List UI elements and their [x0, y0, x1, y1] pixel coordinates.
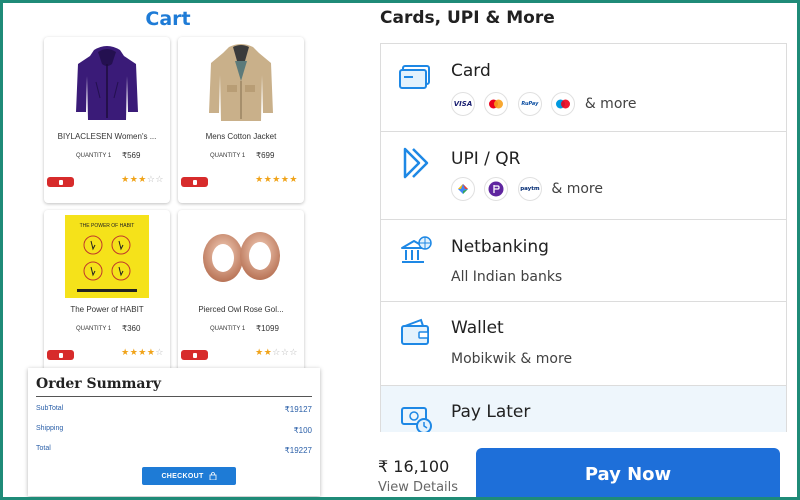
pay-now-button[interactable]: Pay Now: [476, 448, 780, 500]
payment-heading: Cards, UPI & More: [380, 8, 555, 28]
product-quantity: QUANTITY 1: [210, 153, 246, 159]
payment-method-title: Card: [451, 61, 491, 81]
payment-method-brands: VISA RuPay & more: [451, 92, 636, 116]
book-cover-title: THE POWER OF HABIT: [80, 223, 135, 229]
product-card[interactable]: Pierced Owl Rose Gol... QUANTITY 1 ₹1099…: [178, 210, 304, 376]
product-name: BIYLACLESEN Women's ...: [57, 132, 157, 141]
mastercard-icon: [484, 92, 509, 116]
remove-item-button[interactable]: [181, 350, 208, 360]
product-name: The Power of HABIT: [70, 305, 144, 314]
shipping-label: Shipping: [36, 425, 64, 432]
phonepe-icon: [484, 177, 509, 201]
checkout-label: CHECKOUT: [161, 472, 204, 480]
payment-methods-list: Card VISA RuPay & more UPI / QR paytm & …: [380, 43, 787, 435]
payment-method-upi[interactable]: UPI / QR paytm & more: [381, 132, 786, 220]
payment-footer: ₹ 16,100 View Details Pay Now: [370, 432, 800, 500]
bag-icon: [209, 472, 216, 480]
divider: [36, 396, 312, 397]
trash-icon: [58, 179, 63, 185]
payment-method-title: Wallet: [451, 318, 504, 338]
payment-method-brands: paytm & more: [451, 177, 603, 201]
payment-method-title: Netbanking: [451, 237, 549, 257]
product-quantity: QUANTITY 1: [76, 326, 112, 332]
subtotal-value: ₹19127: [284, 405, 312, 414]
payment-method-title: UPI / QR: [451, 149, 521, 169]
rating-stars: ★★☆☆☆: [255, 348, 298, 358]
payment-method-subtitle: Mobikwik & more: [451, 351, 573, 367]
product-image-book[interactable]: THE POWER OF HABIT: [65, 215, 149, 298]
trash-icon: [58, 352, 63, 358]
payment-method-netbanking[interactable]: Netbanking All Indian banks: [381, 220, 786, 302]
product-price: ₹569: [122, 151, 141, 160]
rating-stars: ★★★★☆: [121, 348, 164, 358]
remove-item-button[interactable]: [47, 350, 74, 360]
total-label: Total: [36, 445, 51, 452]
total-amount: ₹ 16,100: [378, 457, 450, 476]
maestro-icon: [551, 92, 576, 116]
product-price: ₹1099: [256, 324, 279, 333]
rating-stars: ★★★★★: [255, 175, 298, 185]
wallet-icon: [401, 318, 429, 345]
more-label: & more: [584, 96, 637, 112]
total-value: ₹19227: [284, 446, 312, 455]
rating-stars: ★★★☆☆: [121, 175, 164, 185]
order-summary: Order Summary SubTotal ₹19127 Shipping ₹…: [28, 368, 320, 496]
cart-title: Cart: [145, 8, 191, 30]
google-pay-icon: [451, 177, 475, 201]
product-card[interactable]: Mens Cotton Jacket QUANTITY 1 ₹699 ★★★★★: [178, 37, 304, 203]
rupay-icon: RuPay: [517, 92, 542, 116]
order-summary-title: Order Summary: [36, 376, 162, 392]
payment-method-title: Pay Later: [451, 402, 531, 422]
pay-later-icon: [401, 407, 432, 434]
product-quantity: QUANTITY 1: [210, 326, 246, 332]
upi-icon: [403, 147, 429, 179]
payment-method-subtitle: All Indian banks: [451, 269, 563, 285]
trash-icon: [192, 179, 197, 185]
shipping-value: ₹100: [293, 426, 312, 435]
remove-item-button[interactable]: [181, 177, 208, 187]
product-card[interactable]: THE POWER OF HABIT The Power of HABIT QU…: [44, 210, 170, 376]
product-card[interactable]: BIYLACLESEN Women's ... QUANTITY 1 ₹569 …: [44, 37, 170, 203]
product-quantity: QUANTITY 1: [76, 153, 112, 159]
product-image-jacket[interactable]: [64, 41, 150, 123]
remove-item-button[interactable]: [47, 177, 74, 187]
product-image-plugs[interactable]: [198, 214, 284, 296]
checkout-button[interactable]: CHECKOUT: [142, 467, 236, 485]
payment-method-card[interactable]: Card VISA RuPay & more: [381, 44, 786, 132]
payment-method-wallet[interactable]: Wallet Mobikwik & more: [381, 302, 786, 386]
product-name: Mens Cotton Jacket: [205, 132, 277, 141]
view-details-link[interactable]: View Details: [378, 480, 458, 495]
product-price: ₹699: [256, 151, 275, 160]
more-label: & more: [551, 181, 603, 197]
paytm-icon: paytm: [517, 177, 542, 201]
payment-method-pay-later[interactable]: Pay Later: [381, 386, 786, 434]
trash-icon: [192, 352, 197, 358]
bank-icon: [401, 236, 432, 263]
subtotal-label: SubTotal: [36, 405, 64, 412]
product-image-jacket[interactable]: [198, 41, 284, 123]
visa-icon: VISA: [451, 92, 475, 116]
card-icon: [399, 65, 430, 89]
product-price: ₹360: [122, 324, 141, 333]
product-name: Pierced Owl Rose Gol...: [198, 305, 284, 314]
